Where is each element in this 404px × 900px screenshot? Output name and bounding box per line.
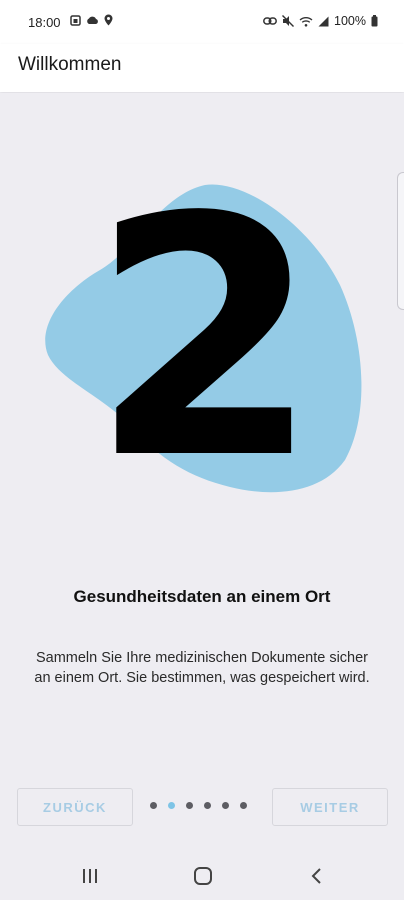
location-icon — [104, 14, 113, 26]
home-icon[interactable] — [191, 864, 215, 888]
status-right: 100% — [263, 14, 378, 28]
onboarding-description: Sammeln Sie Ihre medizinischen Dokumente… — [34, 650, 370, 686]
step-number: 2 — [90, 175, 320, 505]
page-dot — [150, 802, 157, 809]
battery-percent: 100% — [334, 14, 366, 28]
page-dot — [204, 802, 211, 809]
page-title: Willkommen — [18, 54, 122, 75]
page-dot — [186, 802, 193, 809]
next-button[interactable]: WEITER — [272, 788, 388, 826]
page-dot-active — [168, 802, 175, 809]
status-left-icons — [70, 14, 113, 26]
recent-apps-icon[interactable] — [78, 864, 102, 888]
page-dot — [222, 802, 229, 809]
app-bar: Willkommen — [0, 44, 404, 92]
status-bar: 18:00 100% — [0, 0, 404, 44]
edge-panel-handle[interactable] — [397, 172, 404, 310]
onboarding-headline: Gesundheitsdaten an einem Ort — [73, 587, 331, 606]
back-button[interactable]: ZURÜCK — [17, 788, 133, 826]
step-illustration: 2 — [45, 175, 362, 505]
cloud-icon — [87, 16, 98, 24]
wifi-icon — [299, 16, 313, 27]
page-dot — [240, 802, 247, 809]
page-indicator — [150, 802, 247, 809]
system-nav-bar — [0, 850, 404, 900]
mute-icon — [282, 15, 295, 27]
battery-icon — [371, 15, 378, 27]
signal-icon — [318, 16, 329, 26]
status-time: 18:00 — [28, 15, 61, 30]
link-icon — [263, 17, 277, 25]
photo-icon — [70, 14, 81, 26]
back-icon[interactable] — [305, 864, 329, 888]
